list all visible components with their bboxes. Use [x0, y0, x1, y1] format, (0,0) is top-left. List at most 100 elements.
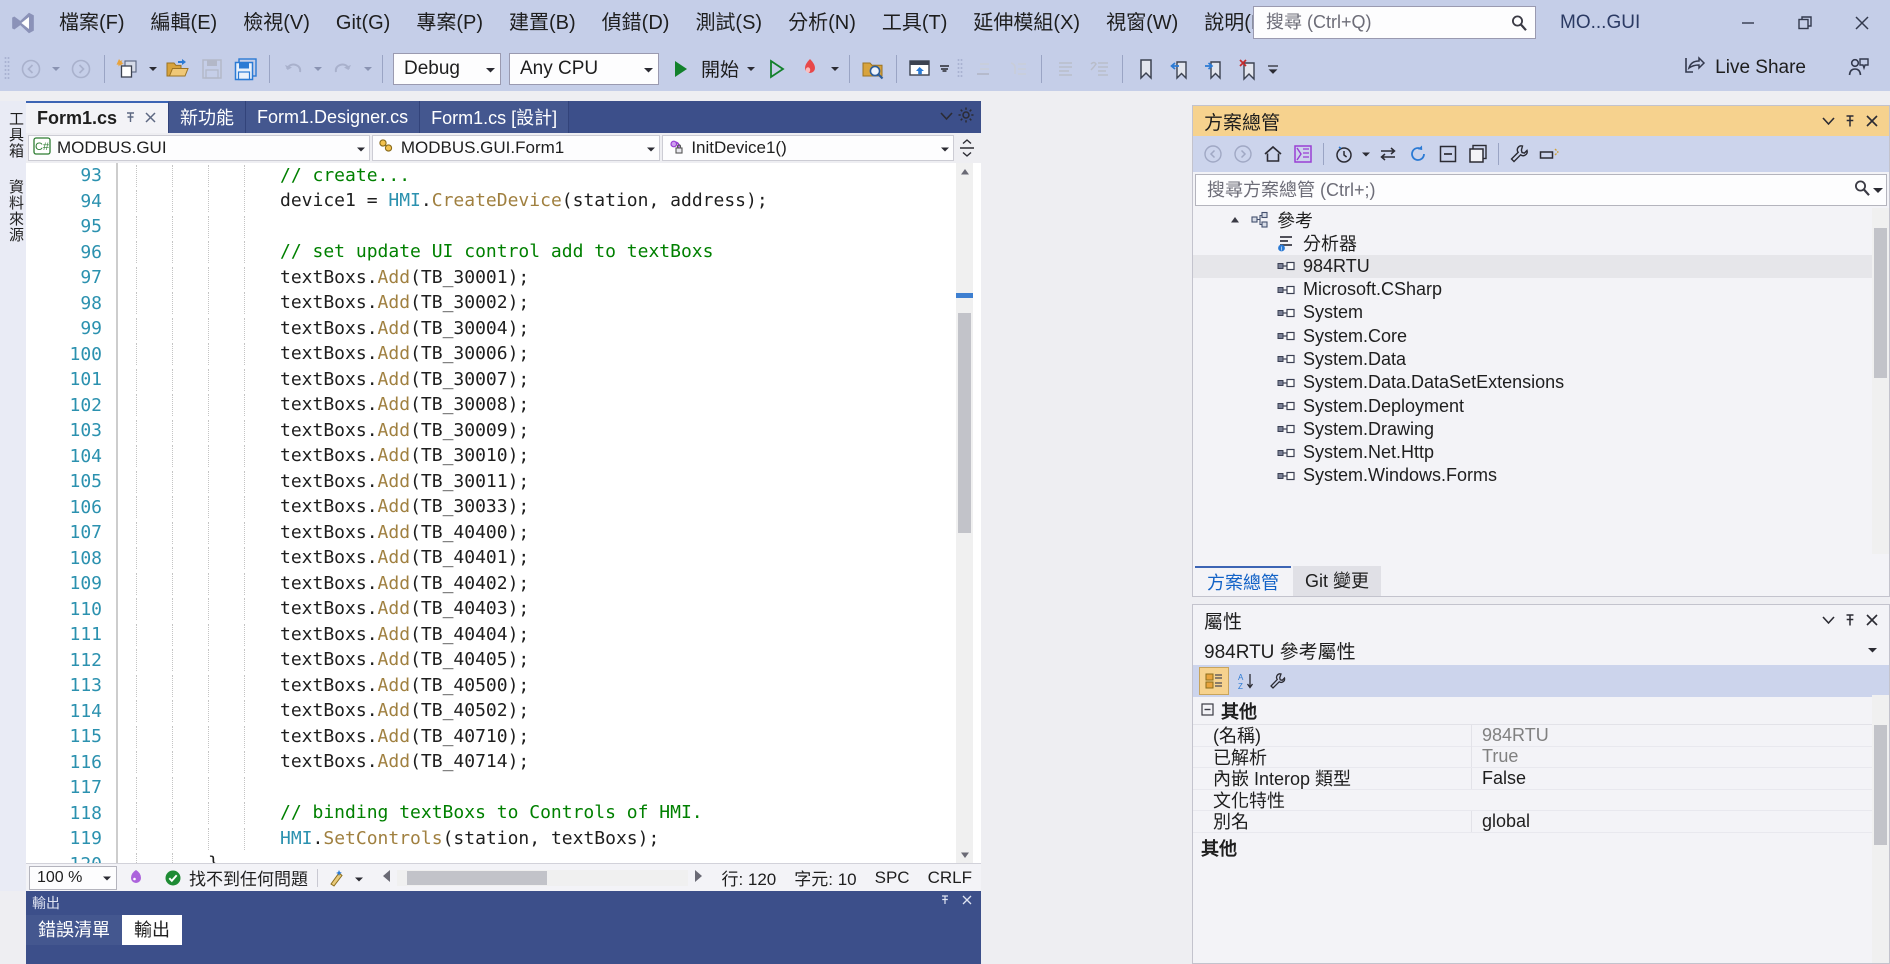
code-line[interactable]: 98 textBoxs.Add(TB_30002); — [34, 290, 964, 316]
code-editor[interactable]: 93// create... 94 device1 = HMI.CreateDevi… — [26, 163, 981, 863]
close-icon[interactable] — [961, 893, 973, 909]
start-debug-button[interactable] — [663, 50, 697, 88]
code-line[interactable]: 117 — [34, 775, 964, 801]
redo-button[interactable] — [326, 50, 360, 88]
error-status[interactable]: 找不到任何問題 — [155, 865, 317, 890]
solution-explorer-view-icon[interactable] — [1288, 139, 1318, 169]
chevron-down-icon[interactable] — [1861, 638, 1883, 662]
tree-node[interactable]: System.Drawing — [1193, 418, 1889, 441]
code-line[interactable]: 114 textBoxs.Add(TB_40502); — [34, 698, 964, 724]
scroll-left-button[interactable] — [381, 868, 393, 888]
property-value[interactable]: global — [1471, 810, 1889, 832]
menu-test[interactable]: 測試(S) — [682, 0, 775, 46]
clear-bookmarks-button[interactable] — [1231, 50, 1265, 88]
refresh-icon[interactable] — [1403, 139, 1433, 169]
menu-tools[interactable]: 工具(T) — [869, 0, 961, 46]
new-project-button[interactable] — [111, 50, 145, 88]
code-line[interactable]: 102 textBoxs.Add(TB_30008); — [34, 392, 964, 418]
navigation-type-combo[interactable]: MODBUS.GUI.Form1 — [371, 135, 661, 161]
tab-output[interactable]: 輸出 — [122, 915, 182, 945]
close-icon[interactable] — [1861, 608, 1883, 632]
code-line[interactable]: 100 textBoxs.Add(TB_30006); — [34, 341, 964, 367]
start-dropdown[interactable] — [743, 50, 759, 88]
property-group-header[interactable]: 其他 — [1193, 697, 1889, 725]
undo-button[interactable] — [276, 50, 310, 88]
undo-dropdown[interactable] — [310, 50, 326, 88]
back-icon[interactable] — [1198, 139, 1228, 169]
code-line[interactable]: 93 // create... — [34, 163, 964, 189]
pin-icon[interactable] — [1839, 109, 1861, 133]
tree-node[interactable]: Microsoft.CSharp — [1193, 278, 1889, 301]
scroll-thumb[interactable] — [958, 313, 971, 533]
forward-icon[interactable] — [1228, 139, 1258, 169]
save-all-button[interactable] — [229, 50, 263, 88]
solution-configuration-combo[interactable]: Debug — [393, 52, 501, 85]
code-line[interactable]: 115 textBoxs.Add(TB_40710); — [34, 724, 964, 750]
code-line[interactable]: 120} — [34, 851, 964, 863]
pin-icon[interactable] — [939, 893, 951, 909]
solution-tree[interactable]: 參考 i 分析器 984RTU Microsoft.CSharp System System… — [1193, 208, 1889, 554]
open-file-button[interactable] — [161, 50, 195, 88]
properties-scrollbar[interactable] — [1872, 695, 1889, 963]
properties-scroll-thumb[interactable] — [1874, 725, 1887, 845]
tab-list-chevron-icon[interactable] — [940, 108, 953, 126]
toolbar-grip[interactable] — [0, 46, 14, 91]
solution-search-input[interactable] — [1205, 178, 1852, 202]
tree-node[interactable]: System.Data.DataSetExtensions — [1193, 371, 1889, 394]
tree-node[interactable]: 參考 — [1193, 208, 1889, 231]
code-line[interactable]: 95 — [34, 214, 964, 240]
code-line[interactable]: 118 // binding textBoxs to Controls of HM… — [34, 800, 964, 826]
line-ending-indicator[interactable]: CRLF — [919, 868, 981, 888]
minimize-button[interactable] — [1719, 0, 1776, 46]
menu-extensions[interactable]: 延伸模組(X) — [960, 0, 1093, 46]
property-value[interactable]: True — [1471, 746, 1889, 768]
tree-node[interactable]: System.Net.Http — [1193, 441, 1889, 464]
hot-reload-dropdown[interactable] — [827, 50, 843, 88]
code-line[interactable]: 106 textBoxs.Add(TB_30033); — [34, 494, 964, 520]
hot-reload-button[interactable] — [793, 50, 827, 88]
properties-wrench-icon[interactable] — [1504, 139, 1534, 169]
menu-file[interactable]: 檔案(F) — [46, 0, 138, 46]
tree-node[interactable]: System.Windows.Forms — [1193, 464, 1889, 487]
navigate-backward-dropdown[interactable] — [48, 50, 64, 88]
code-line[interactable]: 105 textBoxs.Add(TB_30011); — [34, 469, 964, 495]
intellicode-status[interactable] — [117, 868, 155, 888]
navigate-forward-button[interactable] — [64, 50, 98, 88]
restore-button[interactable] — [1776, 0, 1833, 46]
code-line[interactable]: 94 device1 = HMI.CreateDevice(station, ad… — [34, 188, 964, 214]
toolbar-grip-2[interactable] — [953, 46, 967, 91]
code-line[interactable]: 111 textBoxs.Add(TB_40404); — [34, 622, 964, 648]
indentation-indicator[interactable]: SPC — [866, 868, 919, 888]
editor-vertical-scrollbar[interactable] — [956, 163, 973, 863]
save-file-button[interactable] — [195, 50, 229, 88]
toolbar-overflow-button[interactable] — [1265, 50, 1281, 88]
scroll-up-button[interactable] — [956, 163, 973, 180]
home-icon[interactable] — [1258, 139, 1288, 169]
preview-selected-items-icon[interactable] — [1534, 139, 1564, 169]
menu-git[interactable]: Git(G) — [323, 0, 403, 46]
code-cleanup-button[interactable] — [318, 868, 373, 888]
panel-menu-chevron-icon[interactable] — [1817, 109, 1839, 133]
pending-changes-icon[interactable] — [1329, 139, 1359, 169]
code-line[interactable]: 110 textBoxs.Add(TB_40403); — [34, 596, 964, 622]
properties-grid[interactable]: 其他 (名稱) 984RTU 已解析 True 內嵌 Interop 類型 False 文化特… — [1193, 697, 1889, 863]
code-line[interactable]: 112 textBoxs.Add(TB_40405); — [34, 647, 964, 673]
tab-git-changes[interactable]: Git 變更 — [1293, 566, 1382, 596]
menu-debug[interactable]: 偵錯(D) — [589, 0, 683, 46]
search-solution-button[interactable] — [856, 50, 890, 88]
menu-project[interactable]: 專案(P) — [403, 0, 496, 46]
zoom-level-combo[interactable]: 100 % — [29, 865, 117, 890]
startup-project-dropdown[interactable] — [937, 50, 953, 88]
code-line[interactable]: 101 textBoxs.Add(TB_30007); — [34, 367, 964, 393]
tab-new-features[interactable]: 新功能 — [169, 101, 247, 133]
hscroll-thumb[interactable] — [407, 870, 547, 885]
quick-launch-search[interactable] — [1253, 6, 1536, 39]
solution-platform-combo[interactable]: Any CPU — [509, 52, 659, 85]
live-share-button[interactable]: Live Share — [1675, 49, 1814, 87]
redo-dropdown[interactable] — [360, 50, 376, 88]
start-label[interactable]: 開始 — [697, 55, 743, 82]
collapse-all-icon[interactable] — [1433, 139, 1463, 169]
comment-lines-button[interactable] — [1048, 50, 1082, 88]
tree-node[interactable]: System.Core — [1193, 324, 1889, 347]
tree-node[interactable]: System — [1193, 301, 1889, 324]
